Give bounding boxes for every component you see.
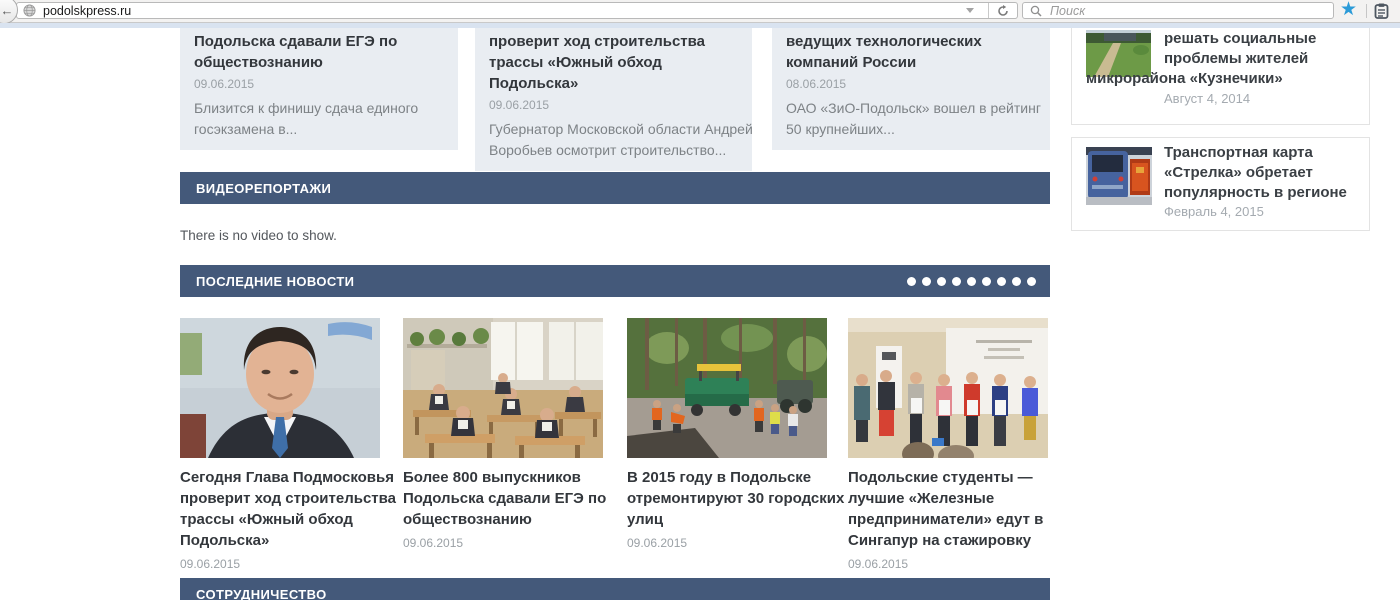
pagination-dot[interactable]: [982, 277, 991, 286]
news-title[interactable]: В 2015 году в Подольскеотремонтируют 30 …: [627, 467, 842, 530]
pagination-dot[interactable]: [1027, 277, 1036, 286]
news-image-road-repair[interactable]: [627, 318, 827, 458]
article-title[interactable]: ведущих технологическихкомпаний России: [786, 31, 1036, 73]
sidebar-title-line[interactable]: популярность в регионе: [1164, 183, 1347, 203]
news-title[interactable]: Сегодня Глава Подмосковьяпроверит ход ст…: [180, 467, 395, 551]
top-article-card[interactable]: ведущих технологическихкомпаний России 0…: [772, 28, 1050, 150]
news-image-students-group[interactable]: [848, 318, 1048, 458]
url-text[interactable]: podolskpress.ru: [43, 4, 966, 18]
section-title: ВИДЕОРЕПОРТАЖИ: [196, 181, 331, 196]
globe-icon: [23, 4, 36, 17]
sidebar-date: Февраль 4, 2015: [1164, 204, 1264, 219]
sidebar-title-line[interactable]: решать социальные: [1164, 29, 1316, 49]
pagination-dots: [907, 277, 1036, 286]
news-title[interactable]: Подольские студенты —лучшие «Железныепре…: [848, 467, 1063, 551]
section-title: СОТРУДНИЧЕСТВО: [196, 587, 327, 600]
sidebar-image-tram[interactable]: [1086, 147, 1152, 205]
article-excerpt: Близится к финишу сдача единогогосэкзаме…: [194, 98, 444, 140]
article-title[interactable]: проверит ход строительстватрассы «Южный …: [489, 31, 738, 94]
url-bar[interactable]: podolskpress.ru: [16, 2, 1018, 19]
sidebar-title-line[interactable]: проблемы жителей: [1164, 49, 1316, 69]
bookmarks-menu-icon[interactable]: [1374, 3, 1389, 19]
section-bar-latest-news: ПОСЛЕДНИЕ НОВОСТИ: [180, 265, 1050, 297]
pagination-dot[interactable]: [937, 277, 946, 286]
pagination-dot[interactable]: [907, 277, 916, 286]
top-article-card[interactable]: проверит ход строительстватрассы «Южный …: [475, 28, 752, 171]
search-box[interactable]: [1022, 2, 1334, 19]
sidebar-title-line[interactable]: микрорайона «Кузнечики»: [1086, 69, 1283, 89]
news-card[interactable]: Более 800 выпускниковПодольска сдавали Е…: [403, 318, 618, 550]
sidebar-title-line[interactable]: Транспортная карта: [1164, 143, 1347, 163]
news-date: 09.06.2015: [180, 557, 395, 571]
pagination-dot[interactable]: [967, 277, 976, 286]
section-bar-cooperation: СОТРУДНИЧЕСТВО: [180, 578, 1050, 600]
browser-window: podolskpress.ru ← ★: [0, 0, 1400, 600]
reload-button[interactable]: [988, 3, 1017, 18]
article-date: 09.06.2015: [489, 98, 738, 112]
pagination-dot[interactable]: [997, 277, 1006, 286]
browser-toolbar: podolskpress.ru ← ★: [0, 0, 1400, 23]
sidebar-title-line[interactable]: «Стрелка» обретает: [1164, 163, 1347, 183]
search-icon: [1030, 5, 1042, 17]
pagination-dot[interactable]: [922, 277, 931, 286]
urlbar-dropdown-icon[interactable]: [966, 8, 974, 13]
no-video-message: There is no video to show.: [180, 228, 337, 243]
news-image-classroom-exam[interactable]: [403, 318, 603, 458]
section-bar-video: ВИДЕОРЕПОРТАЖИ: [180, 172, 1050, 204]
reload-icon: [997, 5, 1009, 17]
top-article-card[interactable]: Подольска сдавали ЕГЭ пообществознанию 0…: [180, 28, 458, 150]
section-title: ПОСЛЕДНИЕ НОВОСТИ: [196, 274, 354, 289]
sidebar-item[interactable]: Транспортная карта «Стрелка» обретает по…: [1071, 137, 1370, 231]
sidebar-item[interactable]: решать социальные проблемы жителей микро…: [1071, 28, 1370, 125]
news-card[interactable]: Сегодня Глава Подмосковьяпроверит ход ст…: [180, 318, 395, 571]
news-date: 09.06.2015: [627, 536, 842, 550]
article-title[interactable]: Подольска сдавали ЕГЭ пообществознанию: [194, 31, 444, 73]
news-title[interactable]: Более 800 выпускниковПодольска сдавали Е…: [403, 467, 618, 530]
news-date: 09.06.2015: [403, 536, 618, 550]
news-card[interactable]: Подольские студенты —лучшие «Железныепре…: [848, 318, 1063, 571]
pagination-dot[interactable]: [1012, 277, 1021, 286]
article-excerpt: Губернатор Московской области АндрейВоро…: [489, 119, 738, 161]
back-button[interactable]: ←: [0, 0, 18, 24]
article-excerpt: ОАО «ЗиО-Подольск» вошел в рейтинг50 кру…: [786, 98, 1036, 140]
toolbar-separator: [1366, 4, 1367, 18]
article-date: 08.06.2015: [786, 77, 1036, 91]
news-date: 09.06.2015: [848, 557, 1063, 571]
news-card[interactable]: В 2015 году в Подольскеотремонтируют 30 …: [627, 318, 842, 550]
search-input[interactable]: [1048, 3, 1333, 19]
pagination-dot[interactable]: [952, 277, 961, 286]
news-image-governor-portrait[interactable]: [180, 318, 380, 458]
bookmark-star-icon[interactable]: ★: [1340, 0, 1357, 22]
sidebar-date: Август 4, 2014: [1164, 91, 1250, 106]
article-date: 09.06.2015: [194, 77, 444, 91]
